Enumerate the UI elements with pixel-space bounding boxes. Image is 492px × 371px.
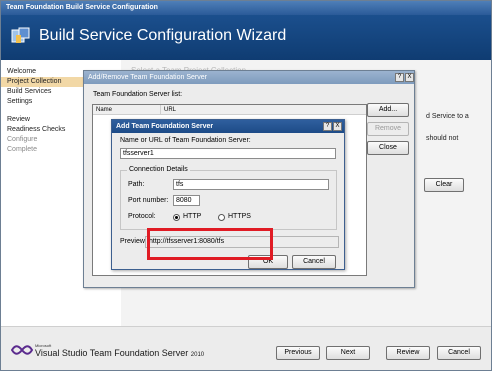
protocol-http-radio[interactable] bbox=[173, 214, 180, 221]
help-icon[interactable]: ? bbox=[395, 73, 404, 82]
path-input[interactable]: tfs bbox=[173, 179, 329, 190]
wizard-footer: Microsoft Visual Studio Team Foundation … bbox=[1, 326, 491, 370]
dialog-titlebar: Add Team Foundation Server bbox=[112, 120, 344, 133]
description-fragment: d Service to a bbox=[426, 113, 469, 120]
wizard-header: Build Service Configuration Wizard bbox=[1, 15, 491, 60]
wizard-title: Build Service Configuration Wizard bbox=[39, 27, 287, 44]
product-name: Visual Studio Team Foundation Server bbox=[35, 348, 189, 358]
server-list-label: Team Foundation Server list: bbox=[93, 91, 183, 98]
protocol-label: Protocol: bbox=[128, 213, 156, 220]
path-label: Path: bbox=[128, 181, 145, 188]
cancel-button[interactable]: Cancel bbox=[437, 346, 481, 360]
clear-button[interactable]: Clear bbox=[424, 178, 464, 192]
description-fragment-2: should not bbox=[426, 135, 459, 142]
product-brand: Visual Studio Team Foundation Server 201… bbox=[35, 348, 204, 358]
next-button[interactable]: Next bbox=[326, 346, 370, 360]
protocol-https-radio[interactable] bbox=[218, 214, 225, 221]
column-header-name[interactable]: Name bbox=[96, 105, 112, 115]
server-name-label: Name or URL of Team Foundation Server: bbox=[120, 137, 251, 144]
server-name-input[interactable]: tfsserver1 bbox=[120, 148, 336, 159]
connection-details-title: Connection Details bbox=[127, 166, 190, 173]
preview-label: Preview bbox=[120, 238, 145, 245]
close-icon[interactable]: X bbox=[405, 73, 414, 82]
product-year: 2010 bbox=[190, 352, 205, 358]
close-icon[interactable]: X bbox=[333, 122, 342, 131]
connection-details-group: Connection Details Path: tfs Port number… bbox=[120, 166, 337, 230]
wizard-titlebar: Team Foundation Build Service Configurat… bbox=[1, 1, 491, 15]
visual-studio-logo-icon bbox=[11, 345, 33, 355]
column-header-url[interactable]: URL bbox=[160, 105, 176, 115]
review-button[interactable]: Review bbox=[386, 346, 430, 360]
dialog-cancel-button[interactable]: Cancel bbox=[292, 255, 336, 269]
previous-button[interactable]: Previous bbox=[276, 346, 320, 360]
preview-highlight-box bbox=[147, 228, 273, 260]
remove-server-button: Remove bbox=[367, 122, 409, 136]
protocol-http-label: HTTP bbox=[183, 213, 202, 220]
server-list-header: Name URL bbox=[93, 105, 366, 115]
close-button[interactable]: Close bbox=[367, 141, 409, 155]
port-input[interactable]: 8080 bbox=[173, 195, 200, 206]
protocol-https-label: HTTPS bbox=[228, 213, 251, 220]
add-server-button[interactable]: Add... bbox=[367, 103, 409, 117]
port-label: Port number: bbox=[128, 197, 169, 204]
help-icon[interactable]: ? bbox=[323, 122, 332, 131]
build-service-icon bbox=[11, 27, 30, 43]
dialog-titlebar: Add/Remove Team Foundation Server bbox=[84, 71, 414, 84]
